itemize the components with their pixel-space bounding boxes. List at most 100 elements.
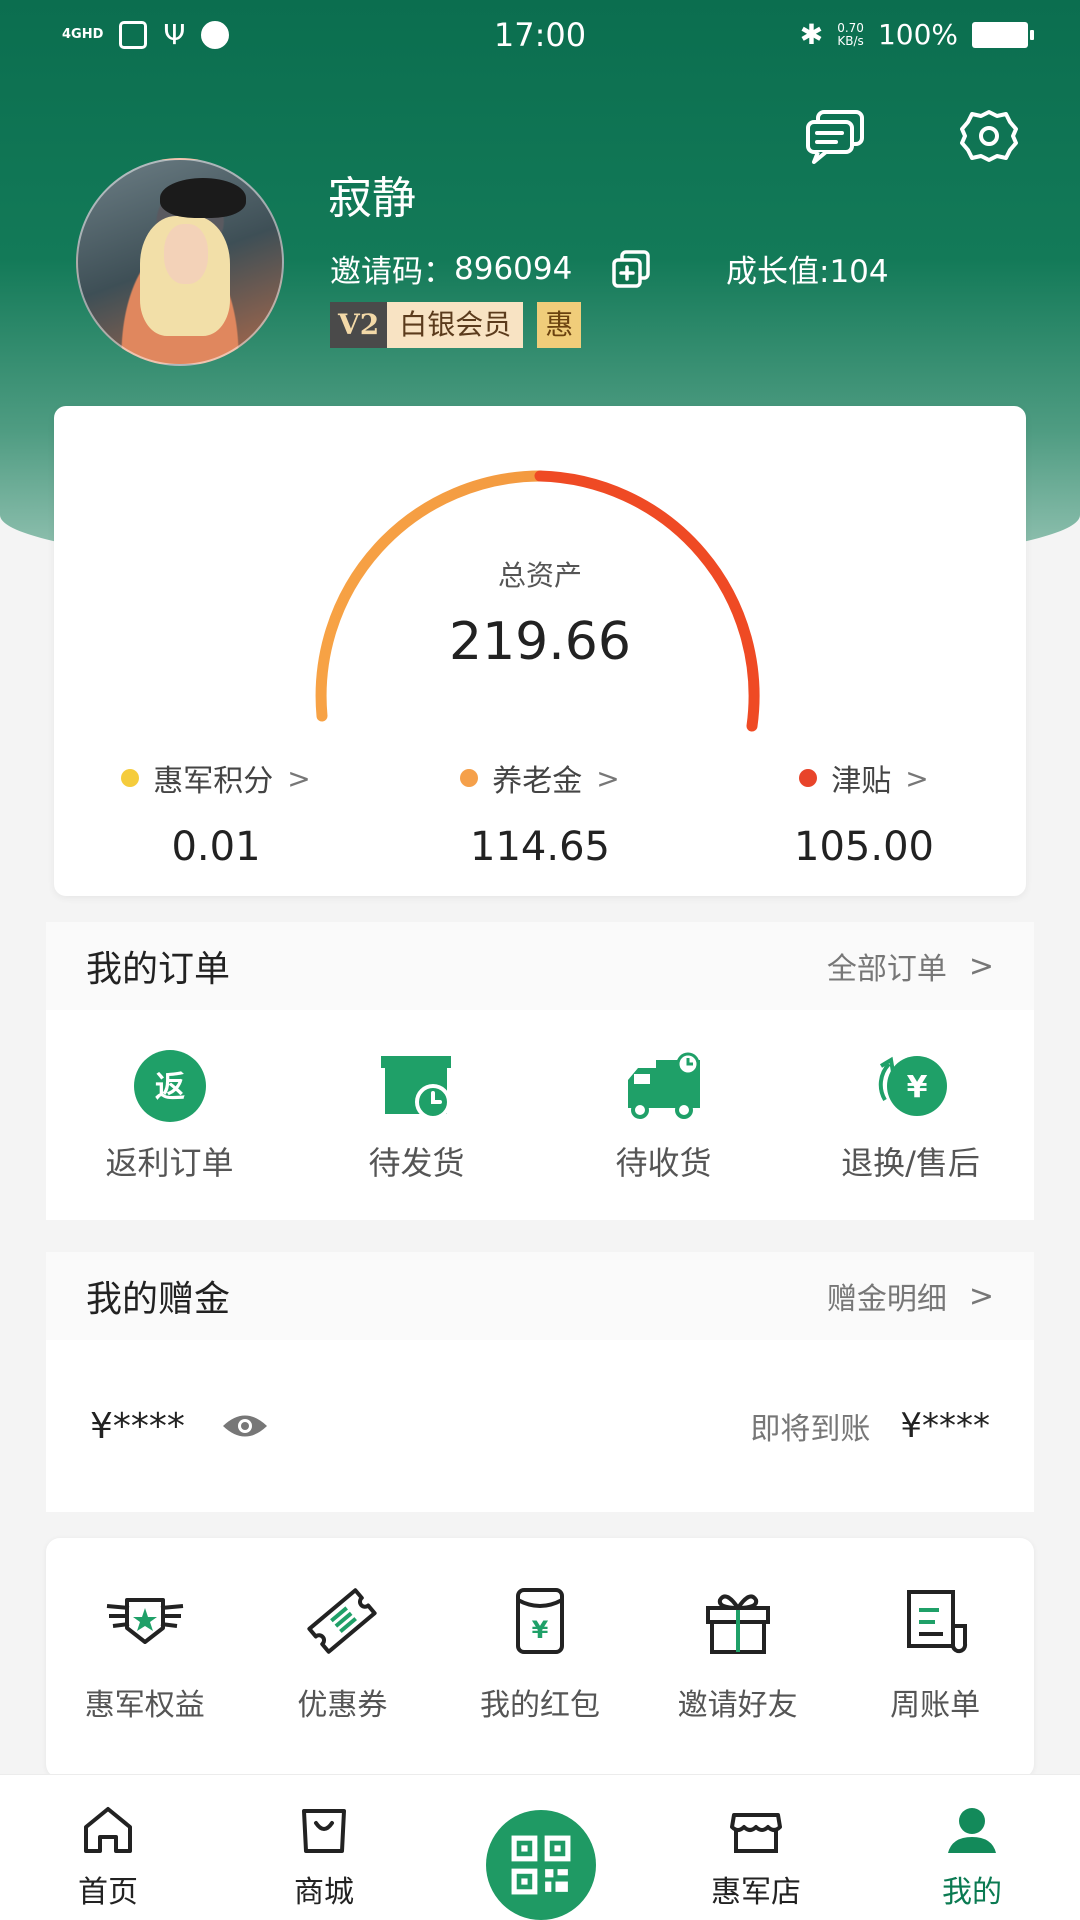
qr-code-icon [511,1835,571,1895]
asset-card: 总资产 219.66 惠军积分 > 0.01 养老金 > 114.65 津贴 > [54,406,1026,896]
status-bar: 4GHD Ψ 17:00 ✱ 0.70 KB/s 100% [0,0,1080,72]
order-refund[interactable]: ¥ 退换/售后 [787,1050,1034,1220]
gift-amount: ¥**** [90,1405,185,1447]
tool-coupon[interactable]: 优惠券 [244,1586,442,1778]
nav-mall-label: 商城 [294,1875,354,1910]
order-rebate-label: 返利订单 [105,1144,234,1182]
gift-header: 我的赠金 赠金明细 > [46,1252,1034,1340]
battery-percent: 100% [877,18,958,51]
tool-red-packet[interactable]: ¥ 我的红包 [441,1586,639,1778]
nav-home-label: 首页 [78,1875,138,1910]
asset-points[interactable]: 惠军积分 > 0.01 [54,756,378,870]
order-pending-receive-label: 待收货 [615,1144,712,1182]
tool-weekly-bill-label: 周账单 [890,1688,981,1723]
orders-body: 返 返利订单 待发货 待收货 ¥ 退换/售后 [46,1010,1034,1220]
store-icon [730,1813,782,1853]
vip-name: 白银会员 [387,302,524,348]
pending-label: 即将到账 [750,1412,871,1447]
order-pending-ship[interactable]: 待发货 [293,1050,540,1220]
speed-unit: KB/s [837,33,864,48]
tools-card: 惠军权益 优惠券 ¥ 我的红包 邀请好友 周账单 [46,1538,1034,1778]
home-icon [84,1807,132,1853]
gauge-arc-left [315,470,546,722]
red-packet-glyph: ¥ [532,1616,549,1644]
asset-allowance-label-row: 津贴 > [702,756,1026,800]
order-pending-ship-label: 待发货 [368,1144,465,1182]
nav-mine[interactable]: 我的 [864,1775,1080,1920]
total-assets-label: 总资产 [497,559,582,592]
badge-wings-icon [106,1598,183,1644]
message-icon[interactable] [804,108,866,164]
order-pending-receive[interactable]: 待收货 [540,1050,787,1220]
gift-balance-row: ¥**** 即将到账 ¥**** [46,1340,1034,1512]
avatar[interactable] [76,158,284,366]
invite-code: 896094 [454,250,573,287]
pension-value: 114.65 [470,824,610,870]
header-actions [804,108,1020,164]
speed-value: 0.70 [837,20,864,35]
allowance-dot [799,769,818,787]
points-value: 0.01 [171,824,261,870]
growth-value: 成长值:104 [726,254,889,290]
order-status-list: 返 返利订单 待发货 待收货 ¥ 退换/售后 [46,1010,1034,1220]
tool-coupon-label: 优惠券 [297,1688,388,1723]
chevron-right-icon: > [968,1278,994,1314]
vip-level: V2 [330,302,388,348]
eye-icon[interactable] [221,1411,269,1441]
invite-label: 邀请码： [330,254,454,290]
tool-invite[interactable]: 邀请好友 [639,1586,837,1778]
asset-points-label-row: 惠军积分 > [54,756,378,800]
tool-weekly-bill[interactable]: 周账单 [836,1586,1034,1778]
asset-allowance[interactable]: 津贴 > 105.00 [702,756,1026,871]
asset-pension[interactable]: 养老金 > 114.65 [378,756,702,870]
all-orders-label: 全部订单 [826,952,947,987]
gift-body: ¥**** 即将到账 ¥**** [46,1340,1034,1512]
avatar-hat [160,178,246,218]
nav-mine-label: 我的 [942,1875,1002,1910]
chevron-right-icon: > [968,948,994,984]
hui-badge[interactable]: 惠 [537,302,582,348]
qr-scan-button[interactable] [486,1810,596,1920]
rebate-glyph: 返 [155,1070,185,1105]
invite-code-row: 邀请码： 896094 [330,246,652,291]
gauge-arc-right [534,470,760,732]
nav-store[interactable]: 惠军店 [648,1775,864,1920]
all-orders-link[interactable]: 全部订单 > [827,944,994,988]
pending-ship-icon [380,1056,451,1120]
chevron-right-icon: > [905,761,929,795]
gift-detail-link[interactable]: 赠金明细 > [827,1274,994,1318]
order-rebate[interactable]: 返 返利订单 [46,1050,293,1220]
settings-gear-icon[interactable] [958,108,1020,164]
avatar-face [164,224,208,284]
tool-benefits[interactable]: 惠军权益 [46,1586,244,1778]
nav-mall[interactable]: 商城 [216,1775,432,1920]
coupon-icon [307,1588,378,1654]
tool-benefits-label: 惠军权益 [84,1688,205,1723]
user-icon [948,1808,996,1853]
allowance-label: 津贴 [831,764,892,799]
vip-badge[interactable]: V2 白银会员 [330,302,524,348]
rebate-icon: 返 [133,1050,206,1122]
battery-icon [972,21,1034,48]
refund-icon: ¥ [878,1056,947,1116]
nav-home[interactable]: 首页 [0,1775,216,1920]
member-badges: V2 白银会员 惠 [330,302,582,348]
status-icons-right: ✱ 0.70 KB/s 100% [799,18,1034,51]
chevron-right-icon: > [596,761,620,795]
bluetooth-icon: ✱ [799,18,824,51]
points-dot [121,769,140,787]
pension-dot [460,769,479,787]
orders-title: 我的订单 [86,949,231,990]
network-speed: 0.70 KB/s [837,20,864,48]
allowance-value: 105.00 [794,824,934,870]
order-refund-label: 退换/售后 [841,1144,980,1182]
gift-title: 我的赠金 [86,1279,231,1320]
tool-red-packet-label: 我的红包 [479,1688,600,1723]
gift-detail-label: 赠金明细 [826,1282,947,1317]
user-name: 寂静 [328,173,416,224]
nav-store-label: 惠军店 [711,1875,801,1910]
copy-icon[interactable] [610,249,652,289]
pending-value: ¥**** [900,1406,990,1446]
bill-icon [907,1590,968,1654]
points-label: 惠军积分 [153,764,274,799]
